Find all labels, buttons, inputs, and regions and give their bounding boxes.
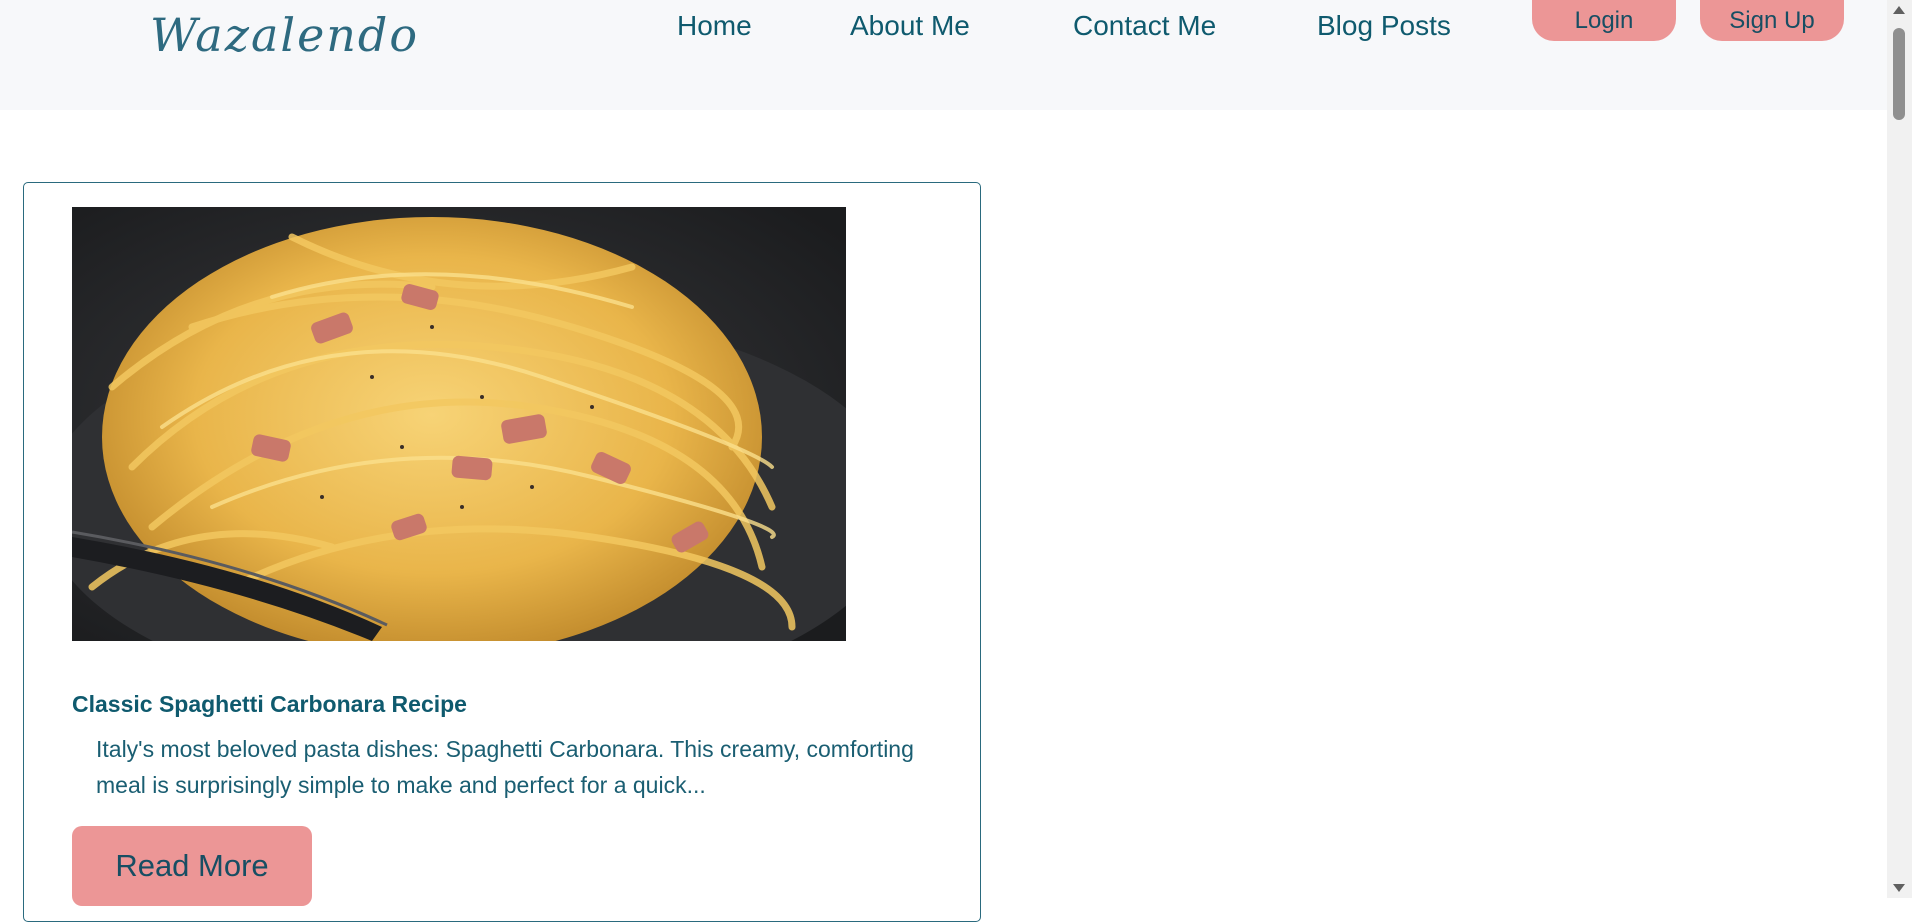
read-more-button[interactable]: Read More [72, 826, 312, 906]
site-logo[interactable]: Wazalendo [150, 8, 419, 62]
signup-button[interactable]: Sign Up [1700, 0, 1844, 41]
scroll-down-arrow-icon[interactable] [1893, 884, 1905, 892]
login-button[interactable]: Login [1532, 0, 1676, 41]
scrollbar-thumb[interactable] [1893, 28, 1905, 120]
spaghetti-carbonara-photo [72, 207, 846, 641]
post-image [72, 207, 846, 641]
nav-blog-posts[interactable]: Blog Posts [1317, 10, 1451, 42]
post-title[interactable]: Classic Spaghetti Carbonara Recipe [72, 691, 467, 718]
scroll-up-arrow-icon[interactable] [1893, 6, 1905, 14]
blog-post-card: Classic Spaghetti Carbonara Recipe Italy… [23, 182, 981, 922]
site-header: Wazalendo Home About Me Contact Me Blog … [0, 0, 1887, 110]
nav-contact-me[interactable]: Contact Me [1073, 10, 1216, 42]
nav-home[interactable]: Home [677, 10, 752, 42]
post-excerpt: Italy's most beloved pasta dishes: Spagh… [96, 736, 914, 798]
page-scrollbar[interactable] [1887, 0, 1912, 898]
nav-about-me[interactable]: About Me [850, 10, 970, 42]
